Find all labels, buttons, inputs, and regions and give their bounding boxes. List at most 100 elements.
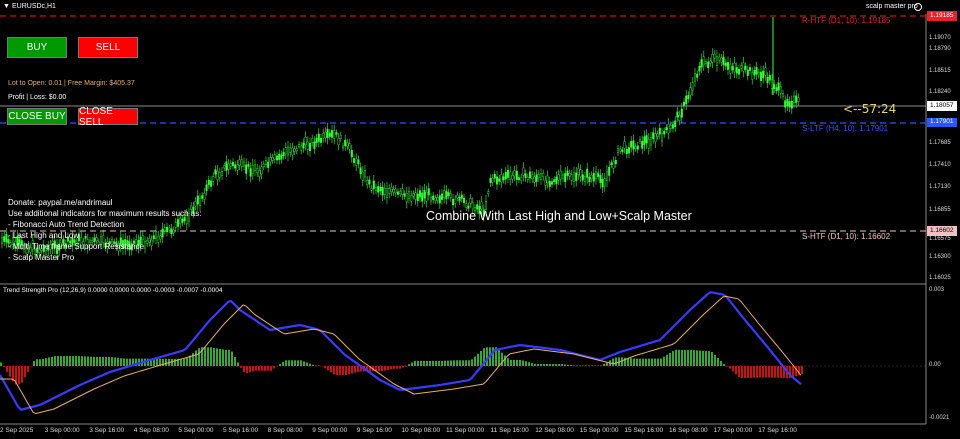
candle-body [249, 168, 252, 177]
candle-body [357, 159, 360, 165]
candle-body [212, 176, 215, 182]
candle-body [676, 111, 679, 118]
histogram-bar [744, 366, 746, 379]
candle-body [524, 173, 527, 178]
candle-body [595, 171, 598, 180]
candle-body [300, 145, 303, 151]
histogram-bar [60, 356, 62, 366]
histogram-bar [507, 358, 509, 366]
candle-body [551, 181, 554, 185]
candle-body [1, 237, 4, 244]
histogram-bar [642, 358, 644, 366]
histogram-bar [771, 366, 773, 378]
histogram-bar [720, 360, 722, 366]
histogram-bar [114, 357, 116, 366]
candle-body [331, 130, 334, 138]
histogram-bar [249, 366, 251, 373]
histogram-bar [219, 348, 221, 366]
close-sell-button[interactable]: CLOSE SELL [78, 106, 138, 128]
histogram-bar [717, 357, 719, 366]
histogram-bar [285, 360, 287, 366]
histogram-bar [180, 358, 182, 366]
candle-body [689, 87, 692, 96]
histogram-bar [600, 365, 602, 367]
histogram-bar [438, 360, 440, 366]
histogram-bar [756, 366, 758, 378]
time-axis-label: 3 Sep 16:00 [89, 427, 125, 434]
histogram-bar [90, 356, 92, 366]
candle-body [672, 124, 675, 129]
candle-body [487, 191, 490, 195]
candle-body [573, 172, 576, 182]
candle-body [302, 142, 305, 149]
histogram-bar [288, 360, 290, 366]
candle-body [267, 161, 270, 168]
price-axis-label: 1.18790 [929, 46, 951, 52]
price-axis-label: 1.16025 [929, 275, 951, 281]
histogram-bar [228, 349, 230, 366]
candle-body [441, 193, 444, 200]
candle-body [711, 54, 714, 63]
candle-body [425, 192, 428, 202]
price-axis-label: 1.16300 [929, 254, 951, 260]
candle-body [214, 169, 217, 175]
histogram-bar [801, 366, 803, 375]
candle-body [397, 191, 400, 195]
candle-body [797, 97, 800, 102]
histogram-bar [291, 360, 293, 366]
candle-body [368, 179, 371, 185]
candle-body [271, 157, 274, 161]
candle-body [546, 175, 549, 184]
histogram-bar [705, 351, 707, 366]
candle-body [377, 186, 380, 193]
histogram-bar [663, 356, 665, 366]
candle-body [669, 125, 672, 129]
histogram-bar [594, 365, 596, 367]
candle-body [709, 60, 712, 64]
histogram-bar [237, 362, 239, 366]
histogram-bar [54, 356, 56, 366]
histogram-bar [708, 351, 710, 366]
candle-body [757, 72, 760, 76]
histogram-bar [762, 366, 764, 378]
candle-body [434, 197, 437, 201]
histogram-bar [567, 364, 569, 366]
candle-body [685, 95, 688, 105]
candle-body [262, 163, 265, 168]
close-buy-button[interactable]: CLOSE BUY [7, 108, 67, 125]
candle-body [746, 69, 749, 76]
candle-body [260, 166, 263, 175]
histogram-bar [411, 362, 413, 366]
candle-body [716, 56, 719, 66]
candle-body [207, 179, 210, 185]
candle-body [533, 176, 536, 183]
histogram-bar [384, 366, 386, 371]
candle-body [612, 161, 615, 169]
histogram-bar [426, 360, 428, 366]
candle-body [498, 178, 501, 182]
buy-button[interactable]: BUY [7, 37, 67, 58]
candle-body [665, 127, 668, 131]
sell-button[interactable]: SELL [78, 37, 138, 58]
candle-body [370, 187, 373, 191]
candle-body [421, 192, 424, 202]
candle-body [599, 174, 602, 183]
histogram-bar [681, 349, 683, 366]
candle-body [298, 144, 301, 147]
histogram-bar [615, 357, 617, 366]
candle-body [410, 195, 413, 202]
histogram-bar [417, 360, 419, 366]
candle-body [465, 203, 468, 208]
histogram-bar [345, 366, 347, 375]
candle-body [700, 59, 703, 68]
candle-body [337, 138, 340, 146]
candle-body [265, 160, 268, 165]
histogram-bar [123, 358, 125, 366]
candle-body [592, 172, 595, 182]
histogram-bar [210, 347, 212, 366]
candle-body [447, 192, 450, 197]
histogram-bar [102, 356, 104, 366]
histogram-bar [777, 366, 779, 378]
histogram-bar [69, 356, 71, 366]
candle-body [520, 177, 523, 181]
